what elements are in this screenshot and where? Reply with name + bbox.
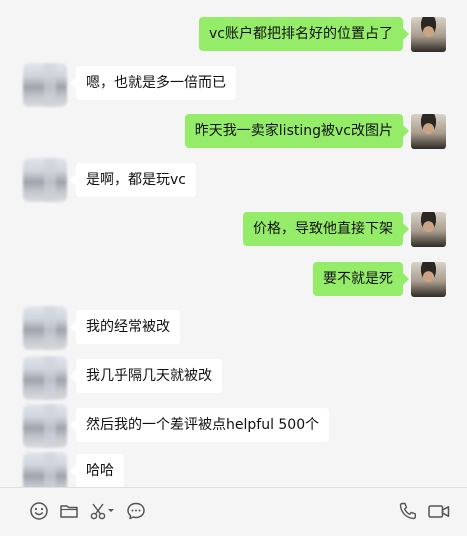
message-bubble[interactable]: 要不就是死 — [313, 262, 409, 296]
input-toolbar — [0, 487, 467, 536]
self-avatar[interactable] — [411, 17, 446, 52]
message-row-self: 价格，导致他直接下架 — [0, 212, 467, 247]
self-avatar[interactable] — [411, 114, 446, 149]
contact-avatar[interactable] — [23, 63, 67, 107]
message-bubble[interactable]: 我的经常被改 — [70, 310, 180, 344]
message-bubble[interactable]: 然后我的一个差评被点helpful 500个 — [69, 408, 330, 442]
scissors-icon[interactable] — [88, 500, 116, 522]
folder-icon[interactable] — [58, 500, 80, 522]
chat-history-icon[interactable] — [125, 500, 147, 522]
message-bubble[interactable]: 价格，导致他直接下架 — [243, 212, 409, 246]
message-row-self: 要不就是死 — [0, 262, 467, 297]
message-row-other: 我的经常被改 — [0, 306, 467, 350]
contact-avatar[interactable] — [23, 158, 67, 202]
message-row-self: 昨天我一卖家listing被vc改图片 — [0, 114, 467, 149]
message-bubble[interactable]: 嗯，也就是多一倍而已 — [70, 66, 236, 100]
message-row-other: 然后我的一个差评被点helpful 500个 — [0, 404, 467, 448]
chat-message-list[interactable]: vc账户都把排名好的位置占了 嗯，也就是多一倍而已 昨天我一卖家listing被… — [0, 0, 467, 496]
message-row-self: vc账户都把排名好的位置占了 — [0, 17, 467, 52]
message-row-other: 我几乎隔几天就被改 — [0, 356, 467, 400]
message-bubble[interactable]: 昨天我一卖家listing被vc改图片 — [184, 114, 410, 148]
self-avatar[interactable] — [411, 262, 446, 297]
phone-icon[interactable] — [397, 500, 419, 522]
message-bubble[interactable]: 哈哈 — [70, 454, 124, 488]
video-icon[interactable] — [427, 500, 451, 522]
message-bubble[interactable]: vc账户都把排名好的位置占了 — [199, 17, 409, 51]
self-avatar[interactable] — [411, 212, 446, 247]
contact-avatar[interactable] — [23, 404, 67, 448]
message-bubble[interactable]: 我几乎隔几天就被改 — [70, 359, 222, 393]
message-row-other: 是啊，都是玩vc — [0, 158, 467, 202]
emoji-icon[interactable] — [28, 500, 50, 522]
message-row-other: 嗯，也就是多一倍而已 — [0, 63, 467, 107]
contact-avatar[interactable] — [23, 306, 67, 350]
message-bubble[interactable]: 是啊，都是玩vc — [70, 163, 196, 197]
contact-avatar[interactable] — [23, 356, 67, 400]
